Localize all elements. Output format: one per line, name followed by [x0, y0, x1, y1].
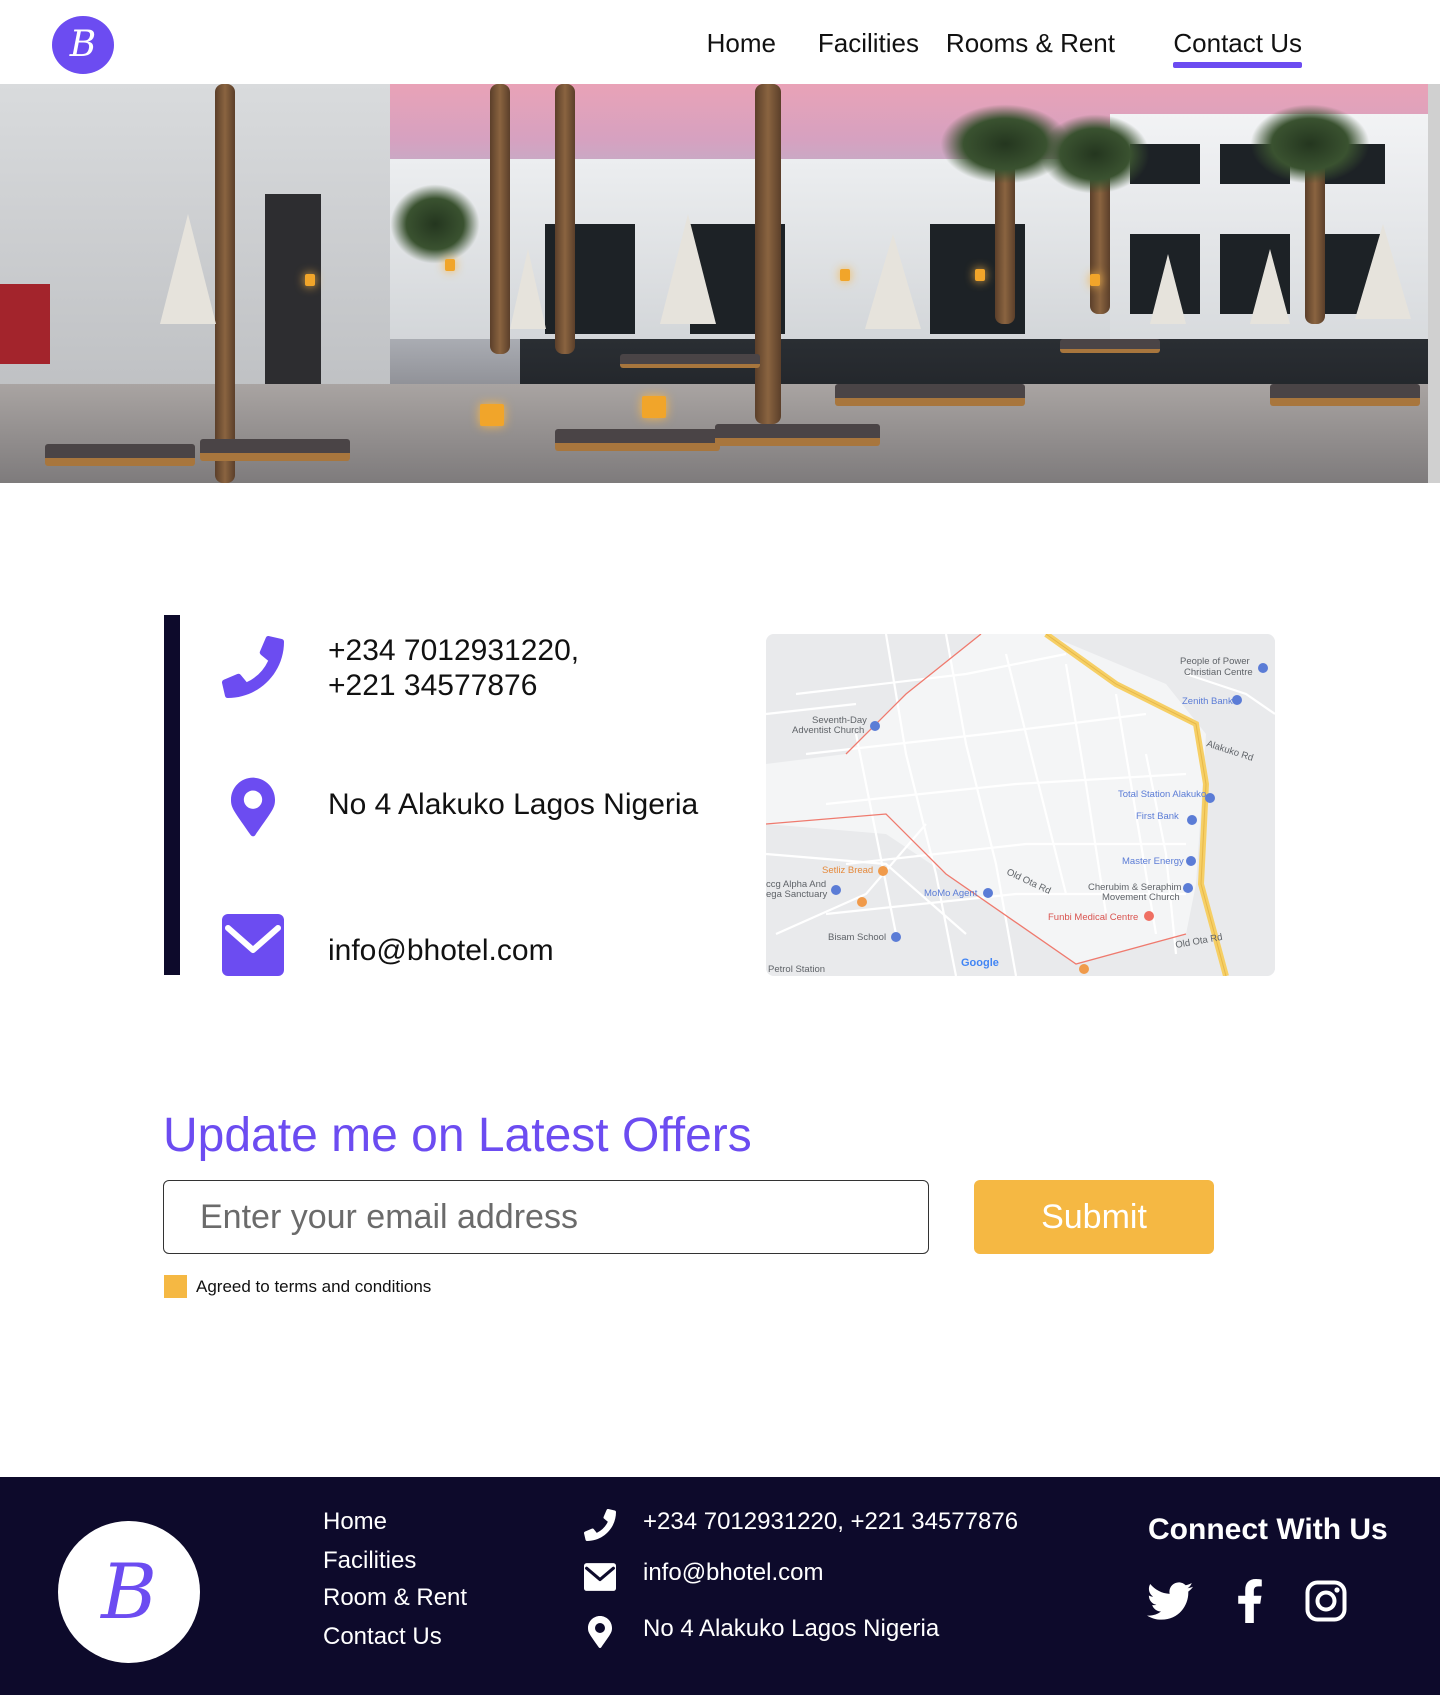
- contact-email[interactable]: info@bhotel.com: [328, 933, 554, 968]
- brand-logo-letter: B: [69, 24, 97, 65]
- map-label-petrol: Petrol Station: [768, 964, 825, 975]
- mail-icon: [222, 914, 284, 976]
- map-label-cherubim-2: Movement Church: [1102, 892, 1180, 903]
- map-google-logo: Google: [961, 957, 999, 969]
- footer-link-room-rent[interactable]: Room & Rent: [323, 1584, 467, 1612]
- phone-icon: [222, 636, 284, 698]
- terms-label: Agreed to terms and conditions: [196, 1277, 432, 1296]
- footer-phone-icon: [582, 1507, 618, 1543]
- nav-home[interactable]: Home: [707, 28, 776, 59]
- site-header: B Home Facilities Rooms & Rent Contact U…: [0, 0, 1440, 84]
- terms-checkbox[interactable]: [164, 1275, 187, 1298]
- hero-scrollbar[interactable]: [1428, 84, 1440, 483]
- map-label-ccg-2: ega Sanctuary: [766, 889, 828, 900]
- submit-button[interactable]: Submit: [974, 1180, 1214, 1254]
- location-map[interactable]: People of Power Christian Centre Zenith …: [766, 634, 1275, 976]
- nav-facilities[interactable]: Facilities: [818, 28, 919, 59]
- map-label-setliz: Setliz Bread: [822, 865, 873, 876]
- contact-accent-bar: [164, 615, 180, 975]
- map-label-total: Total Station Alakuko: [1118, 789, 1206, 800]
- contact-address: No 4 Alakuko Lagos Nigeria: [328, 788, 699, 821]
- map-label-zenith: Zenith Bank: [1182, 696, 1233, 707]
- footer-phone: +234 7012931220, +221 34577876: [643, 1508, 1019, 1535]
- connect-title: Connect With Us: [1148, 1513, 1388, 1546]
- map-label-seventh-day-2: Adventist Church: [792, 725, 864, 736]
- email-input[interactable]: [163, 1180, 929, 1254]
- map-label-master-energy: Master Energy: [1122, 856, 1184, 867]
- map-label-funbi: Funbi Medical Centre: [1048, 912, 1138, 923]
- brand-logo[interactable]: B: [52, 16, 114, 74]
- hero-image: [0, 84, 1428, 483]
- instagram-icon[interactable]: [1302, 1577, 1350, 1625]
- map-label-people-power: People of Power: [1180, 656, 1250, 667]
- map-label-momo: MoMo Agent: [924, 888, 978, 899]
- contact-phone-line2: +221 34577876: [328, 669, 538, 702]
- footer-logo[interactable]: B: [58, 1521, 200, 1663]
- footer-link-facilities[interactable]: Facilities: [323, 1547, 416, 1575]
- offers-title: Update me on Latest Offers: [163, 1109, 752, 1162]
- facebook-icon[interactable]: [1226, 1577, 1274, 1625]
- nav-rooms-rent[interactable]: Rooms & Rent: [946, 28, 1115, 59]
- footer-link-home[interactable]: Home: [323, 1508, 387, 1536]
- footer-email[interactable]: info@bhotel.com: [643, 1559, 823, 1587]
- footer-logo-letter: B: [101, 1547, 157, 1636]
- twitter-icon[interactable]: [1146, 1577, 1194, 1625]
- footer-location-pin-icon: [582, 1614, 618, 1650]
- map-label-bisam: Bisam School: [828, 932, 886, 943]
- footer-mail-icon: [582, 1559, 618, 1595]
- location-pin-icon: [222, 776, 284, 838]
- nav-contact-us[interactable]: Contact Us: [1173, 28, 1302, 68]
- map-label-first-bank: First Bank: [1136, 811, 1179, 822]
- footer-link-contact-us[interactable]: Contact Us: [323, 1623, 442, 1651]
- site-footer: B Home Facilities Room & Rent Contact Us…: [0, 1477, 1440, 1695]
- footer-address: No 4 Alakuko Lagos Nigeria: [643, 1615, 940, 1642]
- contact-phone-line1: +234 7012931220,: [328, 634, 580, 667]
- map-label-people-power-2: Christian Centre: [1184, 667, 1253, 678]
